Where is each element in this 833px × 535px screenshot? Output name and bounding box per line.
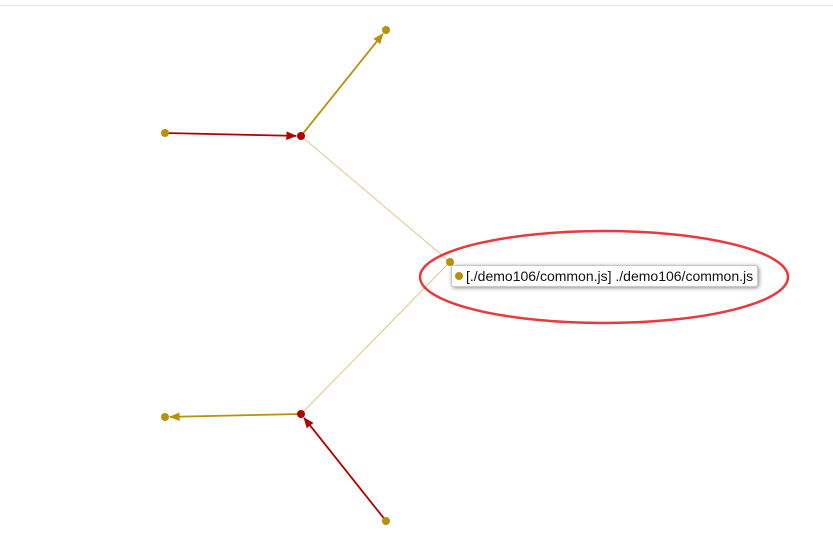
node-hub-top[interactable] — [297, 132, 305, 140]
node-leaf-top-left[interactable] — [161, 129, 169, 137]
node-leaf-top-right[interactable] — [382, 26, 390, 34]
node-leaf-bottom-left[interactable] — [161, 413, 169, 421]
link-center-to-hub-bottom — [300, 261, 451, 415]
link-hub-bottom-to-leaf-bottom-left — [168, 412, 302, 421]
link-leaf-bottom-right-to-hub-bottom — [303, 417, 387, 522]
nodes-layer — [161, 26, 454, 525]
tooltip-label: [./demo106/common.js] ./demo106/common.j… — [466, 268, 754, 284]
node-hub-bottom[interactable] — [297, 410, 305, 418]
link-leaf-top-left-to-hub-top — [164, 131, 298, 140]
links-layer — [164, 33, 451, 522]
node-leaf-bottom-right[interactable] — [382, 517, 390, 525]
tooltip-node-dot-icon — [455, 272, 463, 280]
link-hub-top-to-leaf-top-right — [300, 33, 384, 137]
node-tooltip: [./demo106/common.js] ./demo106/common.j… — [451, 265, 759, 287]
graph-canvas[interactable]: [./demo106/common.js] ./demo106/common.j… — [0, 0, 833, 535]
link-center-to-hub-top — [300, 135, 451, 263]
